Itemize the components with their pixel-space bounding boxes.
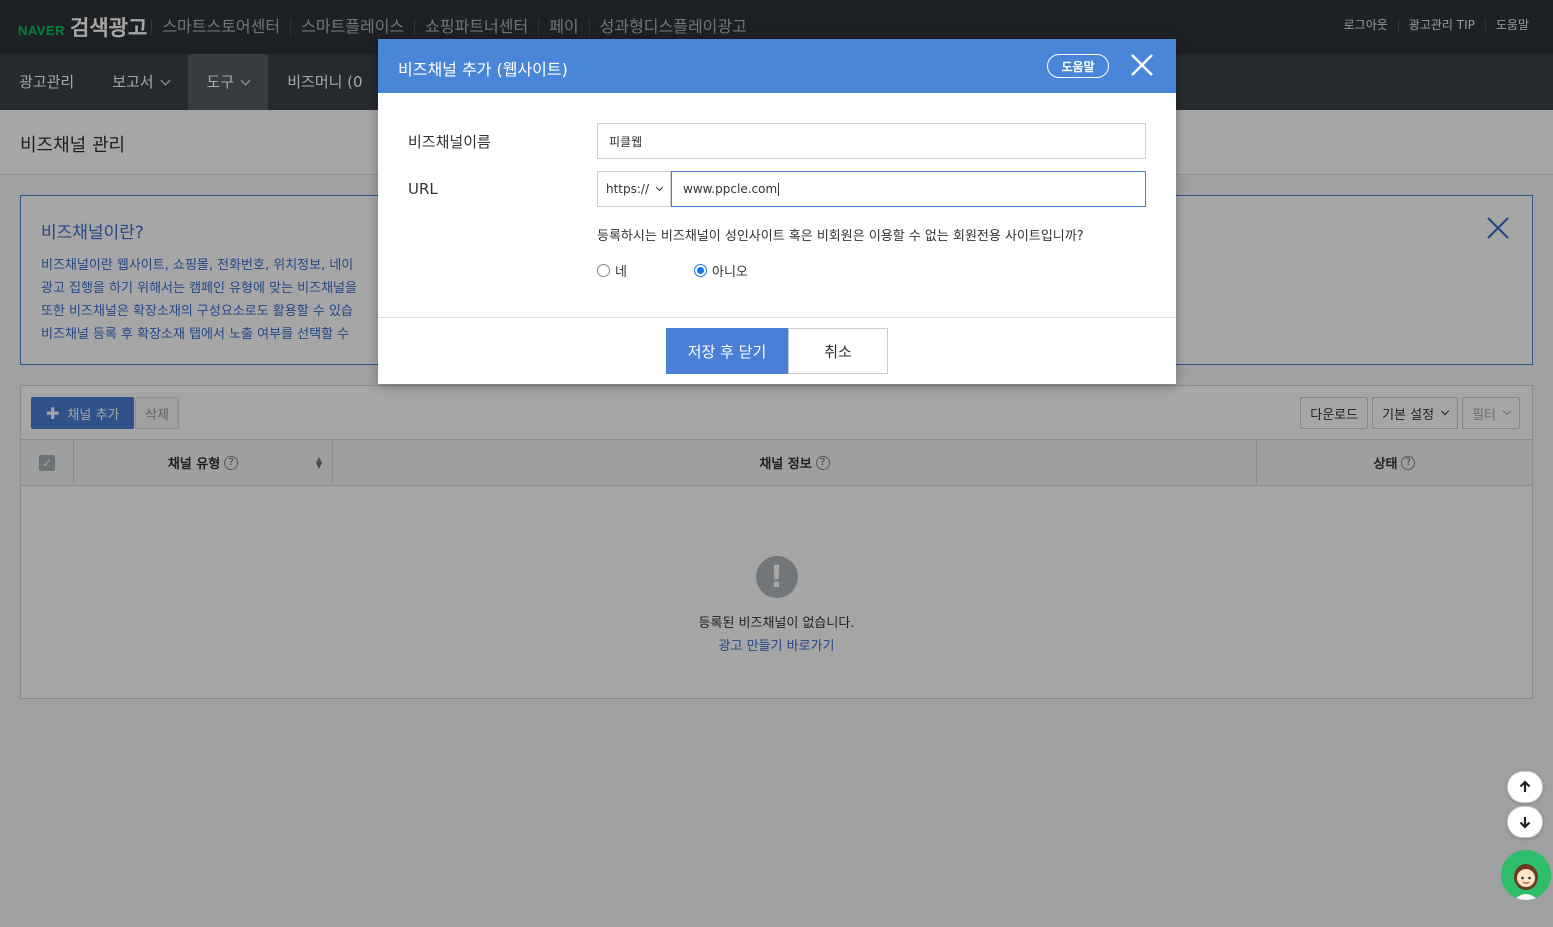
chatbot-avatar[interactable] <box>1501 850 1551 900</box>
scroll-up-button[interactable] <box>1507 771 1543 803</box>
add-bizchannel-modal: 비즈채널 추가 (웹사이트) 도움말 비즈채널이름 피클웹 URL https:… <box>378 39 1176 384</box>
adult-site-question: 등록하시는 비즈채널이 성인사이트 혹은 비회원은 이용할 수 없는 회원전용 … <box>597 229 1084 244</box>
url-value: www.ppcle.com <box>683 182 778 196</box>
chevron-down-icon <box>655 183 664 191</box>
protocol-select[interactable]: https:// <box>597 171 671 207</box>
modal-header: 비즈채널 추가 (웹사이트) 도움말 <box>378 39 1176 93</box>
url-input[interactable]: www.ppcle.com <box>671 171 1146 207</box>
cancel-button[interactable]: 취소 <box>788 328 888 374</box>
option-no-label: 아니오 <box>712 265 748 280</box>
modal-title: 비즈채널 추가 (웹사이트) <box>398 60 568 79</box>
close-icon[interactable] <box>1130 53 1154 77</box>
name-label: 비즈채널이름 <box>408 133 491 151</box>
scroll-down-button[interactable] <box>1507 806 1543 838</box>
protocol-value: https:// <box>606 182 650 196</box>
radio-yes[interactable] <box>597 264 610 277</box>
help-button[interactable]: 도움말 <box>1047 54 1109 78</box>
text-cursor <box>778 182 780 196</box>
option-yes[interactable]: 네 <box>597 261 627 280</box>
arrow-up-icon <box>1519 780 1531 792</box>
url-label: URL <box>408 180 438 198</box>
save-and-close-button[interactable]: 저장 후 닫기 <box>666 328 788 374</box>
option-no[interactable]: 아니오 <box>694 261 748 280</box>
radio-no[interactable] <box>694 264 707 277</box>
character-icon <box>1501 850 1551 900</box>
option-yes-label: 네 <box>615 265 627 280</box>
modal-footer: 저장 후 닫기 취소 <box>378 317 1176 384</box>
arrow-down-icon <box>1519 817 1531 829</box>
channel-name-input[interactable]: 피클웹 <box>597 123 1146 159</box>
